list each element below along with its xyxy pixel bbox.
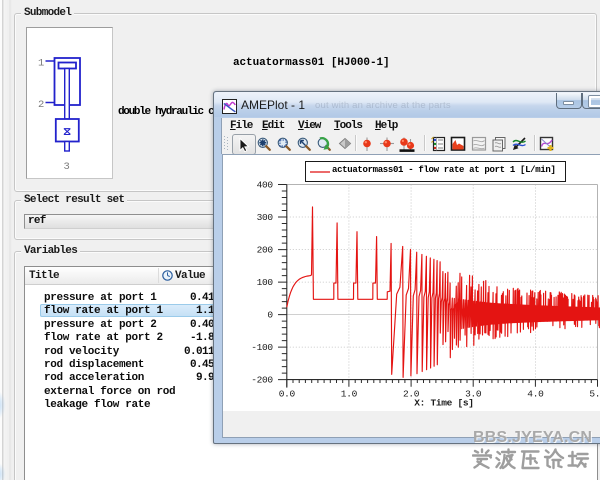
svg-text:4.0: 4.0 xyxy=(527,389,544,400)
svg-text:5.0: 5.0 xyxy=(589,389,600,400)
svg-text:400: 400 xyxy=(257,180,274,191)
svg-text:2: 2 xyxy=(38,99,44,111)
svg-text:-100: -100 xyxy=(251,342,273,353)
svg-text:-200: -200 xyxy=(251,375,273,386)
svg-text:200: 200 xyxy=(257,245,274,256)
svg-text:300: 300 xyxy=(257,212,274,223)
svg-text:3: 3 xyxy=(64,161,70,173)
svg-text:X: Time [s]: X: Time [s] xyxy=(414,398,473,409)
svg-text:0: 0 xyxy=(267,310,273,321)
svg-text:1.0: 1.0 xyxy=(341,389,358,400)
svg-text:1: 1 xyxy=(38,58,44,70)
svg-text:0.0: 0.0 xyxy=(279,389,296,400)
svg-text:100: 100 xyxy=(257,277,274,288)
